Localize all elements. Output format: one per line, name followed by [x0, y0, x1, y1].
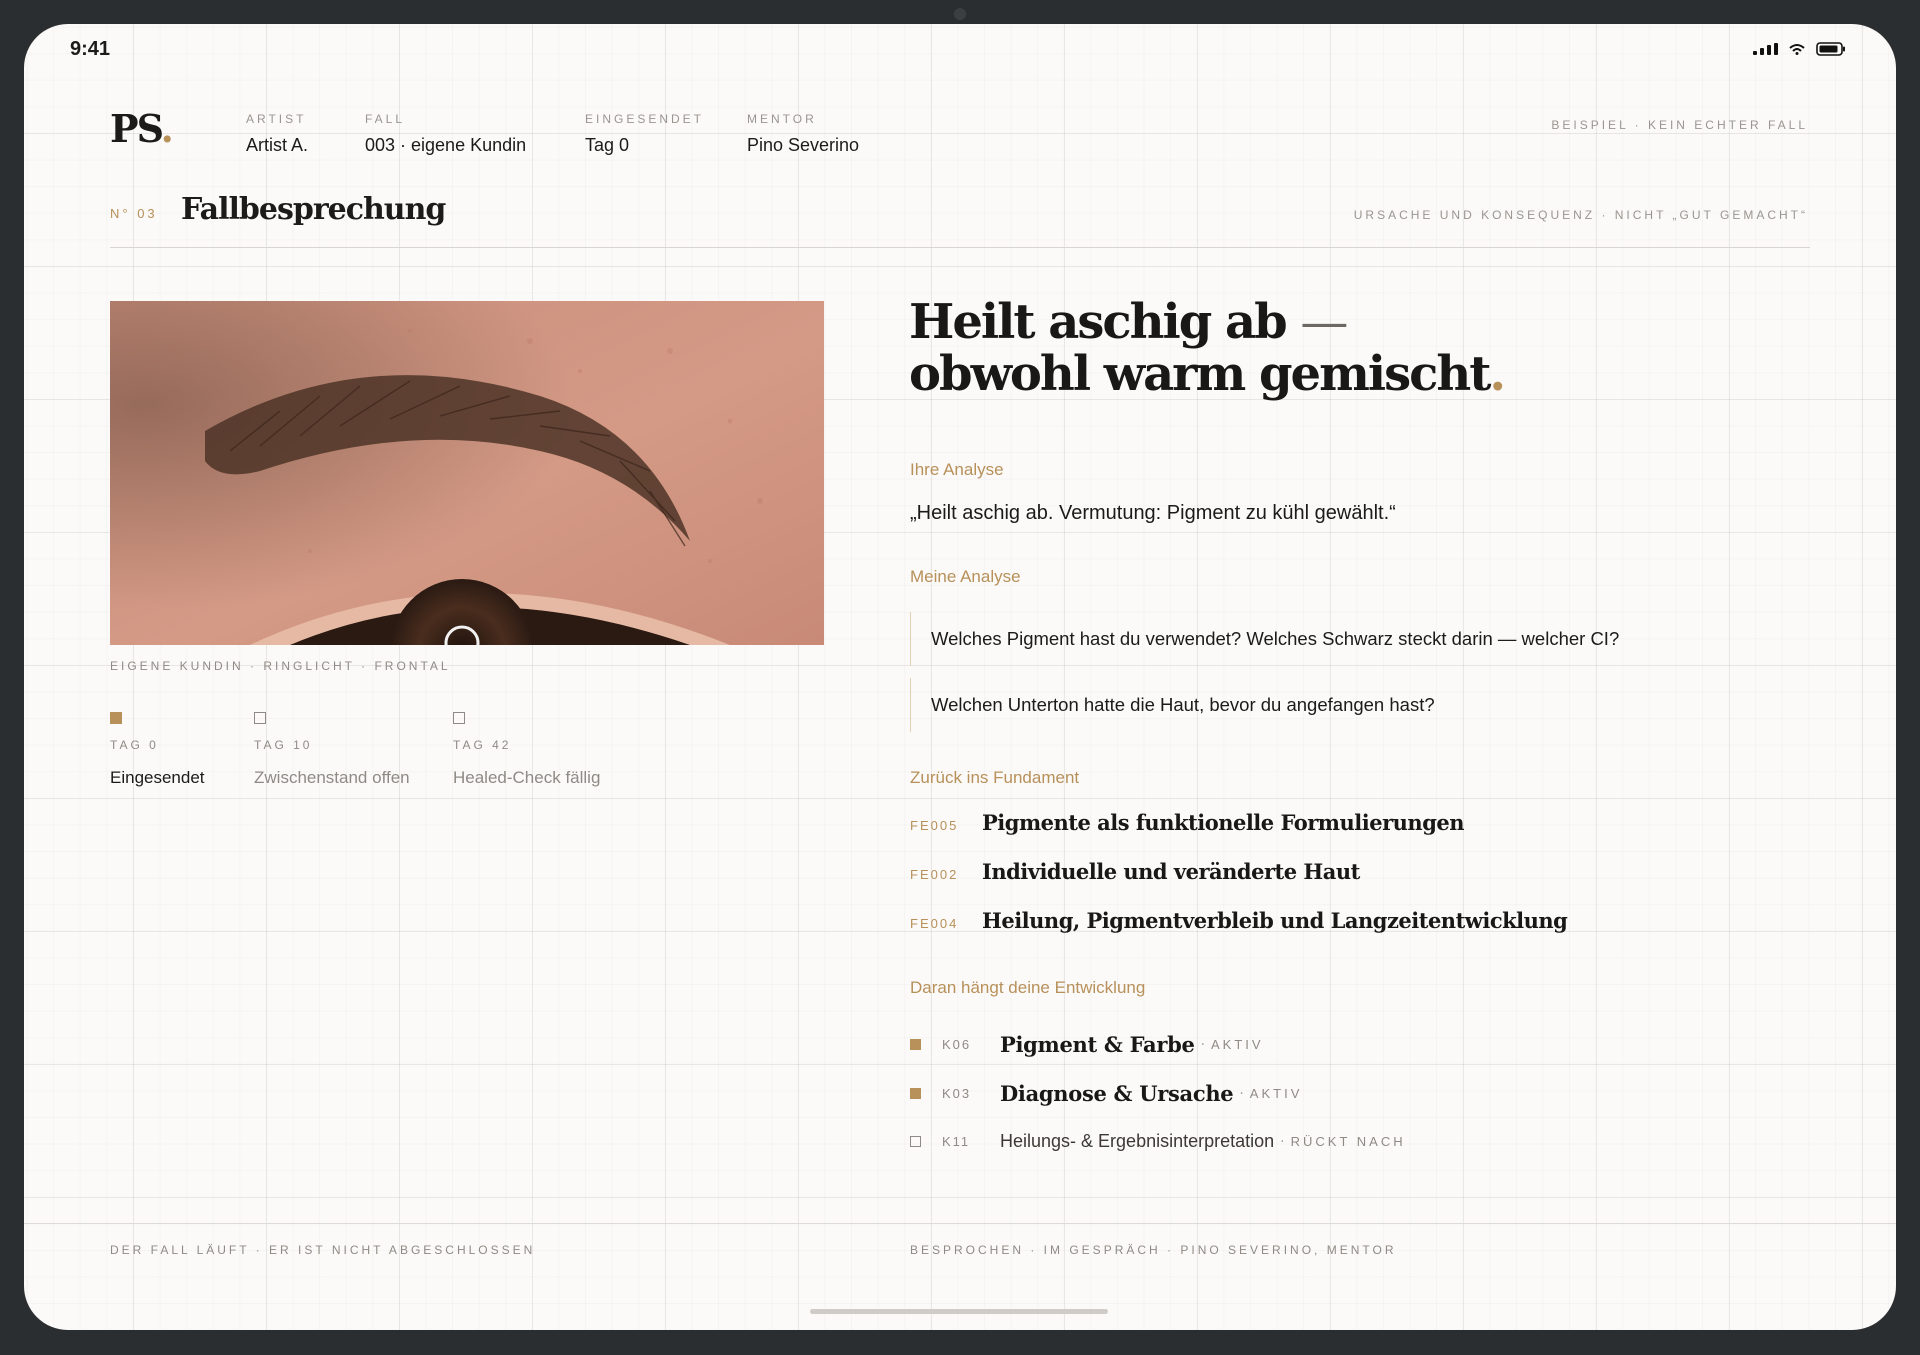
- timeline-day: TAG 0: [110, 738, 159, 752]
- footer-left-note: DER FALL LÄUFT · ER IST NICHT ABGESCHLOS…: [110, 1243, 536, 1257]
- screen: 9:41 PS. ARTIST Artist A. FALL 003 · eig…: [24, 24, 1896, 1330]
- competency-marker-active: [910, 1039, 921, 1050]
- logo-dot: .: [160, 106, 174, 151]
- battery-icon: [1816, 42, 1846, 56]
- meta-label: MENTOR: [747, 112, 817, 126]
- analysis-question-text: Welchen Unterton hatte die Haut, bevor d…: [931, 694, 1435, 715]
- eyebrow-photo-icon: [110, 301, 824, 645]
- tablet-frame: 9:41 PS. ARTIST Artist A. FALL 003 · eig…: [0, 0, 1920, 1355]
- fundament-label: Zurück ins Fundament: [910, 768, 1080, 787]
- your-analysis-label: Ihre Analyse: [910, 460, 1004, 479]
- my-analysis-label: Meine Analyse: [910, 567, 1021, 586]
- timeline-marker-empty: [453, 712, 465, 724]
- fundament-title: Individuelle und veränderte Haut: [982, 859, 1360, 884]
- home-indicator[interactable]: [810, 1309, 1108, 1314]
- fundament-title: Pigmente als funktionelle Formulierungen: [982, 810, 1465, 835]
- fundament-code: FE002: [910, 867, 959, 882]
- section-number: N° 03: [110, 206, 158, 221]
- timeline-day: TAG 42: [453, 738, 512, 752]
- headline-line-2: obwohl warm gemischt: [909, 346, 1491, 402]
- headline-dot: .: [1489, 346, 1506, 402]
- section-title: Fallbesprechung: [181, 192, 446, 227]
- case-headline: Heilt aschig ab — obwohl warm gemischt.: [909, 294, 1506, 402]
- eyebrow-photo[interactable]: [110, 301, 824, 645]
- footer-right-note: BESPROCHEN · IM GESPRÄCH · PINO SEVERINO…: [910, 1243, 1397, 1257]
- footer-divider: [24, 1223, 1896, 1224]
- competency-title: Diagnose & Ursache: [1000, 1081, 1234, 1106]
- meta-submitted: EINGESENDET Tag 0: [585, 112, 704, 156]
- meta-mentor: MENTOR Pino Severino: [747, 112, 859, 156]
- timeline-day-42[interactable]: TAG 42 Healed-Check fällig: [453, 712, 600, 788]
- meta-value: Pino Severino: [747, 135, 860, 155]
- timeline-status: Healed-Check fällig: [453, 768, 601, 787]
- logo-text: PS: [110, 106, 163, 151]
- section-note: URSACHE UND KONSEQUENZ · NICHT „GUT GEMA…: [1353, 208, 1808, 222]
- timeline-day: TAG 10: [254, 738, 313, 752]
- timeline-day-0[interactable]: TAG 0 Eingesendet: [110, 712, 205, 788]
- timeline-day-10[interactable]: TAG 10 Zwischenstand offen: [254, 712, 410, 788]
- status-time: 9:41: [70, 38, 111, 60]
- logo[interactable]: PS.: [110, 106, 174, 151]
- meta-label: ARTIST: [246, 112, 307, 126]
- fundament-code: FE004: [910, 916, 959, 931]
- competency-separator: ·: [1239, 1085, 1244, 1102]
- section-divider: [110, 247, 1810, 248]
- your-analysis-quote: „Heilt aschig ab. Vermutung: Pigment zu …: [910, 502, 1396, 524]
- competency-separator: ·: [1280, 1133, 1285, 1150]
- headline-line-1: Heilt aschig ab: [909, 294, 1288, 350]
- fundament-link[interactable]: FE004 Heilung, Pigmentverbleib und Langz…: [910, 908, 1568, 933]
- meta-label: EINGESENDET: [585, 112, 705, 126]
- status-icons: [1753, 42, 1846, 56]
- competency-code: K11: [942, 1134, 971, 1149]
- competency-state: AKTIV: [1249, 1086, 1303, 1101]
- meta-case: FALL 003 · eigene Kundin: [365, 112, 526, 156]
- wifi-icon: [1788, 43, 1806, 55]
- timeline-status: Eingesendet: [110, 768, 205, 787]
- meta-artist: ARTIST Artist A.: [246, 112, 308, 156]
- analysis-question: Welches Pigment hast du verwendet? Welch…: [910, 612, 1831, 666]
- fundament-title: Heilung, Pigmentverbleib und Langzeitent…: [982, 908, 1568, 933]
- fundament-link[interactable]: FE002 Individuelle und veränderte Haut: [910, 859, 1360, 884]
- timeline-marker-empty: [254, 712, 266, 724]
- competency-k06[interactable]: K06 Pigment & Farbe · AKTIV: [910, 1032, 1264, 1057]
- analysis-question: Welchen Unterton hatte die Haut, bevor d…: [910, 678, 1831, 732]
- timeline-status: Zwischenstand offen: [254, 768, 410, 787]
- competency-marker-active: [910, 1088, 921, 1099]
- competency-separator: ·: [1200, 1036, 1206, 1053]
- competency-title: Pigment & Farbe: [1000, 1032, 1195, 1057]
- competency-code: K06: [942, 1037, 972, 1052]
- competency-code: K03: [942, 1086, 972, 1101]
- competency-title: Heilungs- & Ergebnisinterpretation: [1000, 1131, 1275, 1151]
- meta-value: 003 · eigene Kundin: [365, 135, 527, 155]
- competency-k11[interactable]: K11 Heilungs- & Ergebnisinterpretation ·…: [910, 1131, 1406, 1152]
- competency-state: RÜCKT NACH: [1290, 1134, 1406, 1149]
- competency-state: AKTIV: [1211, 1037, 1264, 1052]
- cellular-signal-icon: [1753, 43, 1778, 55]
- camera-icon: [954, 8, 966, 20]
- meta-value: Artist A.: [246, 135, 309, 155]
- fundament-code: FE005: [910, 818, 959, 833]
- competency-marker-inactive: [910, 1136, 921, 1147]
- analysis-question-text: Welches Pigment hast du verwendet? Welch…: [931, 628, 1620, 649]
- photo-caption: EIGENE KUNDIN · RINGLICHT · FRONTAL: [110, 659, 451, 673]
- development-label: Daran hängt deine Entwicklung: [910, 978, 1146, 997]
- example-note: BEISPIEL · KEIN ECHTER FALL: [1551, 118, 1808, 132]
- competency-k03[interactable]: K03 Diagnose & Ursache · AKTIV: [910, 1081, 1302, 1106]
- meta-value: Tag 0: [585, 135, 630, 155]
- fundament-link[interactable]: FE005 Pigmente als funktionelle Formulie…: [910, 810, 1465, 835]
- timeline-marker-filled: [110, 712, 122, 724]
- meta-label: FALL: [365, 112, 406, 126]
- headline-dash: —: [1300, 294, 1348, 350]
